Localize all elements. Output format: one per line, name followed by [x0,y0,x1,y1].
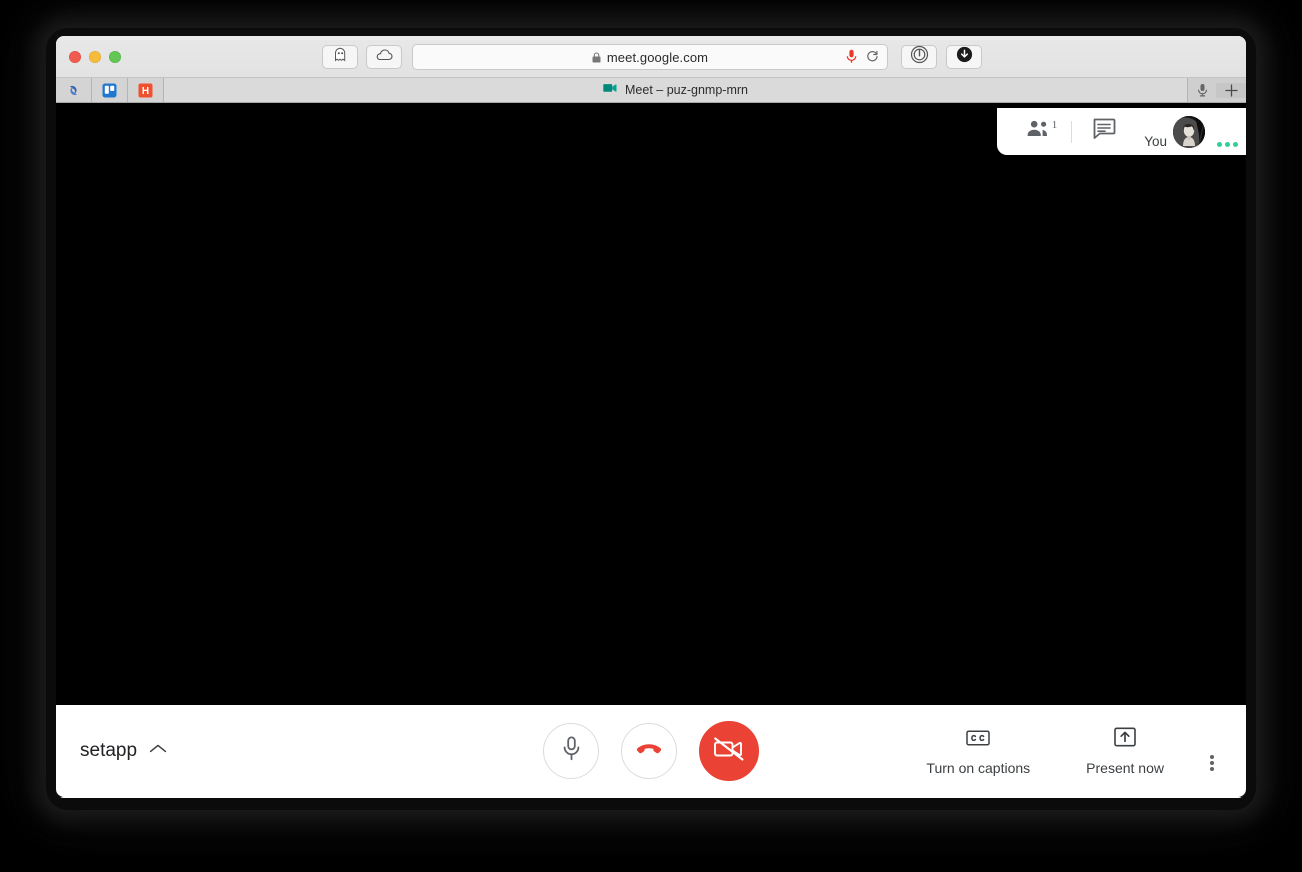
show-everyone-button[interactable]: 1 [1013,108,1065,155]
zoom-window-button[interactable] [109,50,121,63]
panel-divider [1071,120,1073,143]
address-bar[interactable]: meet.google.com [412,44,888,70]
chat-icon [1092,118,1116,145]
leave-call-button[interactable] [621,723,677,779]
google-meet-icon [603,81,617,100]
secondary-call-controls: Turn on captions Present now [898,726,1224,776]
turn-on-captions-button[interactable]: Turn on captions [898,729,1058,776]
self-tile-name: You [1144,134,1167,149]
present-now-button[interactable]: Present now [1058,726,1192,776]
browser-toolbar: meet.google.com [56,36,1246,78]
pinned-tab-trello[interactable] [92,78,128,102]
address-bar-actions [846,49,879,69]
tab-bar: H Meet – puz-gnmp-mrn [56,78,1246,103]
hangup-icon [635,741,663,762]
camera-off-icon [713,736,745,767]
meeting-control-bar: setapp Turn on captions Present now [56,705,1246,797]
active-tab[interactable]: Meet – puz-gnmp-mrn [164,78,1188,102]
microphone-icon [562,736,581,766]
turn-on-captions-label: Turn on captions [926,759,1031,776]
video-stage [56,103,1246,705]
present-now-label: Present now [1086,759,1164,776]
camera-button[interactable] [699,721,759,781]
ghost-icon [333,47,348,68]
tab-bar-actions [1188,78,1246,102]
ghostery-extension-button[interactable] [322,45,358,69]
cloud-extension-button[interactable] [366,45,402,69]
microphone-icon[interactable] [846,49,857,69]
microphone-button[interactable] [543,723,599,779]
cloud-icon [374,48,394,67]
close-window-button[interactable] [69,50,81,63]
svg-text:H: H [142,86,149,97]
meet-top-panel: 1 You [997,108,1246,155]
new-tab-button[interactable] [1216,82,1246,98]
chat-button[interactable] [1078,108,1130,155]
self-tile[interactable]: You [1130,108,1246,155]
avatar [1173,115,1205,148]
screen: meet.google.com H Meet – puz-gnmp-mrn 1 … [0,0,1302,872]
download-icon [956,46,973,68]
kebab-menu-icon [1210,753,1214,773]
active-tab-title: Meet – puz-gnmp-mrn [625,83,748,97]
self-tile-more-options[interactable] [1217,142,1238,147]
window-traffic-lights [56,50,121,63]
pinned-tab-simplenote[interactable] [56,78,92,102]
more-options-button[interactable] [1192,753,1224,776]
people-icon [1026,119,1052,144]
simplenote-icon [66,83,81,98]
meet-page: 1 You setapp Turn on captions Present no… [56,103,1246,797]
address-bar-url: meet.google.com [606,49,709,65]
closed-captions-icon [966,729,991,752]
pinned-tab-hubspot[interactable]: H [128,78,164,102]
downloads-button[interactable] [946,45,982,69]
tab-microphone-icon[interactable] [1188,83,1216,97]
hubspot-icon: H [138,83,153,98]
present-screen-icon [1114,726,1136,752]
trello-icon [102,83,117,98]
people-count-badge: 1 [1051,119,1058,131]
minimize-window-button[interactable] [89,50,101,63]
onepassword-icon [910,45,929,69]
onepassword-extension-button[interactable] [901,45,937,69]
browser-window: meet.google.com H Meet – puz-gnmp-mrn 1 … [56,36,1246,798]
lock-icon [592,51,601,63]
reload-icon[interactable] [866,50,879,68]
